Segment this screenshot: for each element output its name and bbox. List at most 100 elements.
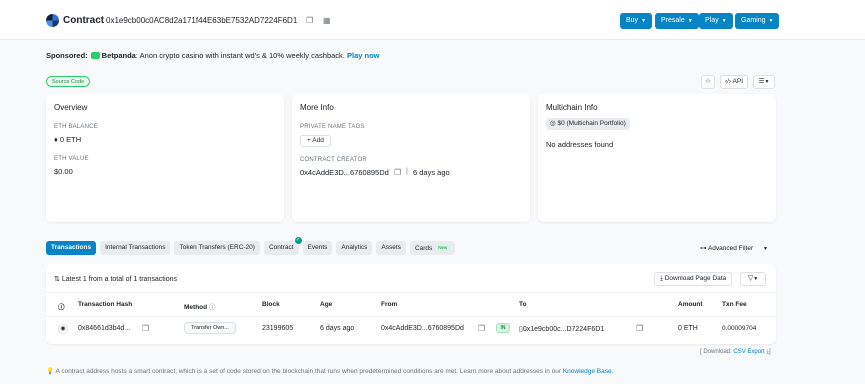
- transactions-summary: ⇅ Latest 1 from a total of 1 transaction…: [54, 276, 177, 283]
- col-age[interactable]: Age: [320, 301, 332, 308]
- copy-icon[interactable]: ❐: [478, 325, 486, 333]
- gaming-button[interactable]: Gaming ▼: [735, 13, 780, 29]
- tx-amount: 0 ETH: [678, 325, 698, 332]
- tab-events[interactable]: Events: [302, 241, 333, 255]
- qr-code-icon[interactable]: ▦: [323, 17, 331, 25]
- divider: |: [406, 168, 408, 175]
- filter-icon: ⊶: [700, 245, 707, 252]
- col-txn-fee[interactable]: Txn Fee: [722, 301, 747, 308]
- eth-balance-label: ETH BALANCE: [54, 124, 98, 130]
- chevron-down-icon: ▼: [762, 246, 768, 252]
- copy-icon[interactable]: ❐: [636, 325, 644, 333]
- page-header: Contract 0x1e9cb00c0AC8d2a171f44E63bE753…: [0, 0, 865, 40]
- method-badge: Transfer Own...: [184, 322, 236, 334]
- footer-note: 💡 A contract address hosts a smart contr…: [46, 368, 614, 375]
- chevron-down-icon: ▼: [641, 18, 647, 24]
- overview-card: Overview ETH BALANCE ♦ 0 ETH ETH VALUE $…: [46, 94, 284, 222]
- tab-transactions[interactable]: Transactions: [46, 241, 97, 255]
- buy-button[interactable]: Buy ▼: [620, 13, 653, 29]
- tab-token-transfers[interactable]: Token Transfers (ERC-20): [174, 241, 260, 255]
- chevron-down-icon: ▼: [721, 18, 727, 24]
- verified-check-icon: ✓: [294, 237, 302, 244]
- lightbulb-icon: 💡: [46, 368, 55, 375]
- col-block: Block: [262, 301, 280, 308]
- filter-button[interactable]: ▽▼: [740, 272, 766, 286]
- private-name-tags-label: PRIVATE NAME TAGS: [300, 124, 365, 130]
- transactions-table: ⇅ Latest 1 from a total of 1 transaction…: [46, 264, 776, 344]
- tab-bar: Transactions Internal Transactions Token…: [46, 237, 456, 255]
- info-icon: ⓘ: [58, 304, 65, 311]
- code-icon: ‹/›: [724, 78, 732, 85]
- contract-address: 0x1e9cb00c0AC8d2a171f44E63bE7532AD7224F6…: [106, 16, 298, 25]
- eth-icon: ♦: [54, 135, 58, 144]
- tx-fee: 0.00009704: [722, 325, 757, 332]
- play-button[interactable]: Play ▼: [699, 13, 733, 29]
- csv-export: [ Download: CSV Export ⤓]: [700, 349, 771, 355]
- to-address: ▯0x1e9cb00c...D7224F6D1: [519, 326, 605, 333]
- col-amount[interactable]: Amount: [678, 301, 703, 308]
- tab-contract[interactable]: Contract ✓: [263, 237, 302, 255]
- favorite-star-button[interactable]: ☆: [701, 75, 715, 89]
- eye-icon[interactable]: ◉: [58, 324, 68, 334]
- tx-hash-link[interactable]: 0x84661d3b4d...: [78, 325, 130, 332]
- chevron-down-icon: ▼: [753, 276, 759, 282]
- multichain-card: Multichain Info ◎ $0 (Multichain Portfol…: [538, 94, 776, 222]
- help-icon: ⓘ: [208, 304, 216, 311]
- presale-button[interactable]: Presale ▼: [655, 13, 699, 29]
- tab-assets[interactable]: Assets: [376, 241, 406, 255]
- token-logo-icon: [46, 14, 59, 27]
- page-title: Contract: [63, 15, 105, 26]
- download-icon: ⤓: [660, 275, 663, 282]
- no-addresses-text: No addresses found: [546, 140, 614, 149]
- star-icon: ☆: [705, 78, 711, 85]
- api-button[interactable]: ‹/› API: [720, 75, 748, 89]
- knowledge-base-link[interactable]: Knowledge Base.: [563, 368, 614, 375]
- more-info-card: More Info PRIVATE NAME TAGS + Add CONTRA…: [292, 94, 530, 222]
- creation-tx-link[interactable]: 6 days ago: [413, 168, 450, 177]
- tab-analytics[interactable]: Analytics: [336, 241, 373, 255]
- col-transaction-hash: Transaction Hash: [78, 301, 133, 308]
- source-code-badge[interactable]: Source Code: [46, 76, 91, 87]
- sponsor-text: : Anon crypto casino with instant wd's &…: [135, 51, 345, 60]
- block-link[interactable]: 23199605: [262, 325, 293, 332]
- portfolio-icon: ◎: [550, 120, 556, 127]
- overview-title: Overview: [54, 103, 88, 112]
- csv-export-link[interactable]: CSV Export: [733, 349, 764, 355]
- eth-value-label: ETH VALUE: [54, 156, 89, 162]
- more-options-button[interactable]: ☰▼: [753, 75, 775, 89]
- download-page-data-button[interactable]: ⤓ Download Page Data: [654, 272, 733, 286]
- chevron-down-icon: ▼: [764, 79, 770, 85]
- eth-value: $0.00: [54, 167, 73, 176]
- copy-icon[interactable]: ❐: [142, 325, 150, 333]
- col-from: From: [381, 301, 398, 308]
- sponsored-banner: Sponsored: Betpanda: Anon crypto casino w…: [46, 51, 380, 60]
- divider: [46, 292, 776, 293]
- chevron-down-icon: ▼: [768, 18, 774, 24]
- creator-address-link[interactable]: 0x4cAddE3D...6760895Dd: [300, 168, 389, 177]
- sponsor-brand[interactable]: Betpanda: [102, 51, 136, 60]
- add-tag-button[interactable]: + Add: [300, 135, 331, 147]
- col-to: To: [519, 301, 527, 308]
- sort-icon: ⇅: [54, 276, 60, 283]
- divider: [46, 316, 776, 317]
- advanced-filter-button[interactable]: ⊶ Advanced Filter ▼: [700, 244, 768, 252]
- multichain-title: Multichain Info: [546, 103, 598, 112]
- new-badge: New: [435, 244, 451, 251]
- sponsored-label: Sponsored:: [46, 51, 88, 60]
- play-now-link[interactable]: Play now: [347, 51, 380, 60]
- col-method: Method ⓘ: [184, 304, 216, 311]
- copy-icon[interactable]: ❐: [306, 17, 314, 25]
- from-address-link[interactable]: 0x4cAddE3D...6760895Dd: [381, 325, 464, 332]
- eth-balance-value: ♦ 0 ETH: [54, 135, 82, 144]
- chevron-down-icon: ▼: [687, 18, 693, 24]
- betpanda-icon: [90, 52, 100, 59]
- copy-icon[interactable]: ❐: [394, 169, 402, 177]
- tab-cards[interactable]: Cards New: [409, 241, 456, 255]
- multichain-portfolio-badge[interactable]: ◎ $0 (Multichain Portfolio): [546, 118, 630, 130]
- tab-internal-transactions[interactable]: Internal Transactions: [100, 241, 171, 255]
- contract-creator-label: CONTRACT CREATOR: [300, 157, 367, 163]
- tx-age: 6 days ago: [320, 325, 355, 332]
- more-info-title: More Info: [300, 103, 334, 112]
- direction-in-badge: IN: [496, 323, 510, 333]
- download-icon: ⤓: [766, 349, 770, 355]
